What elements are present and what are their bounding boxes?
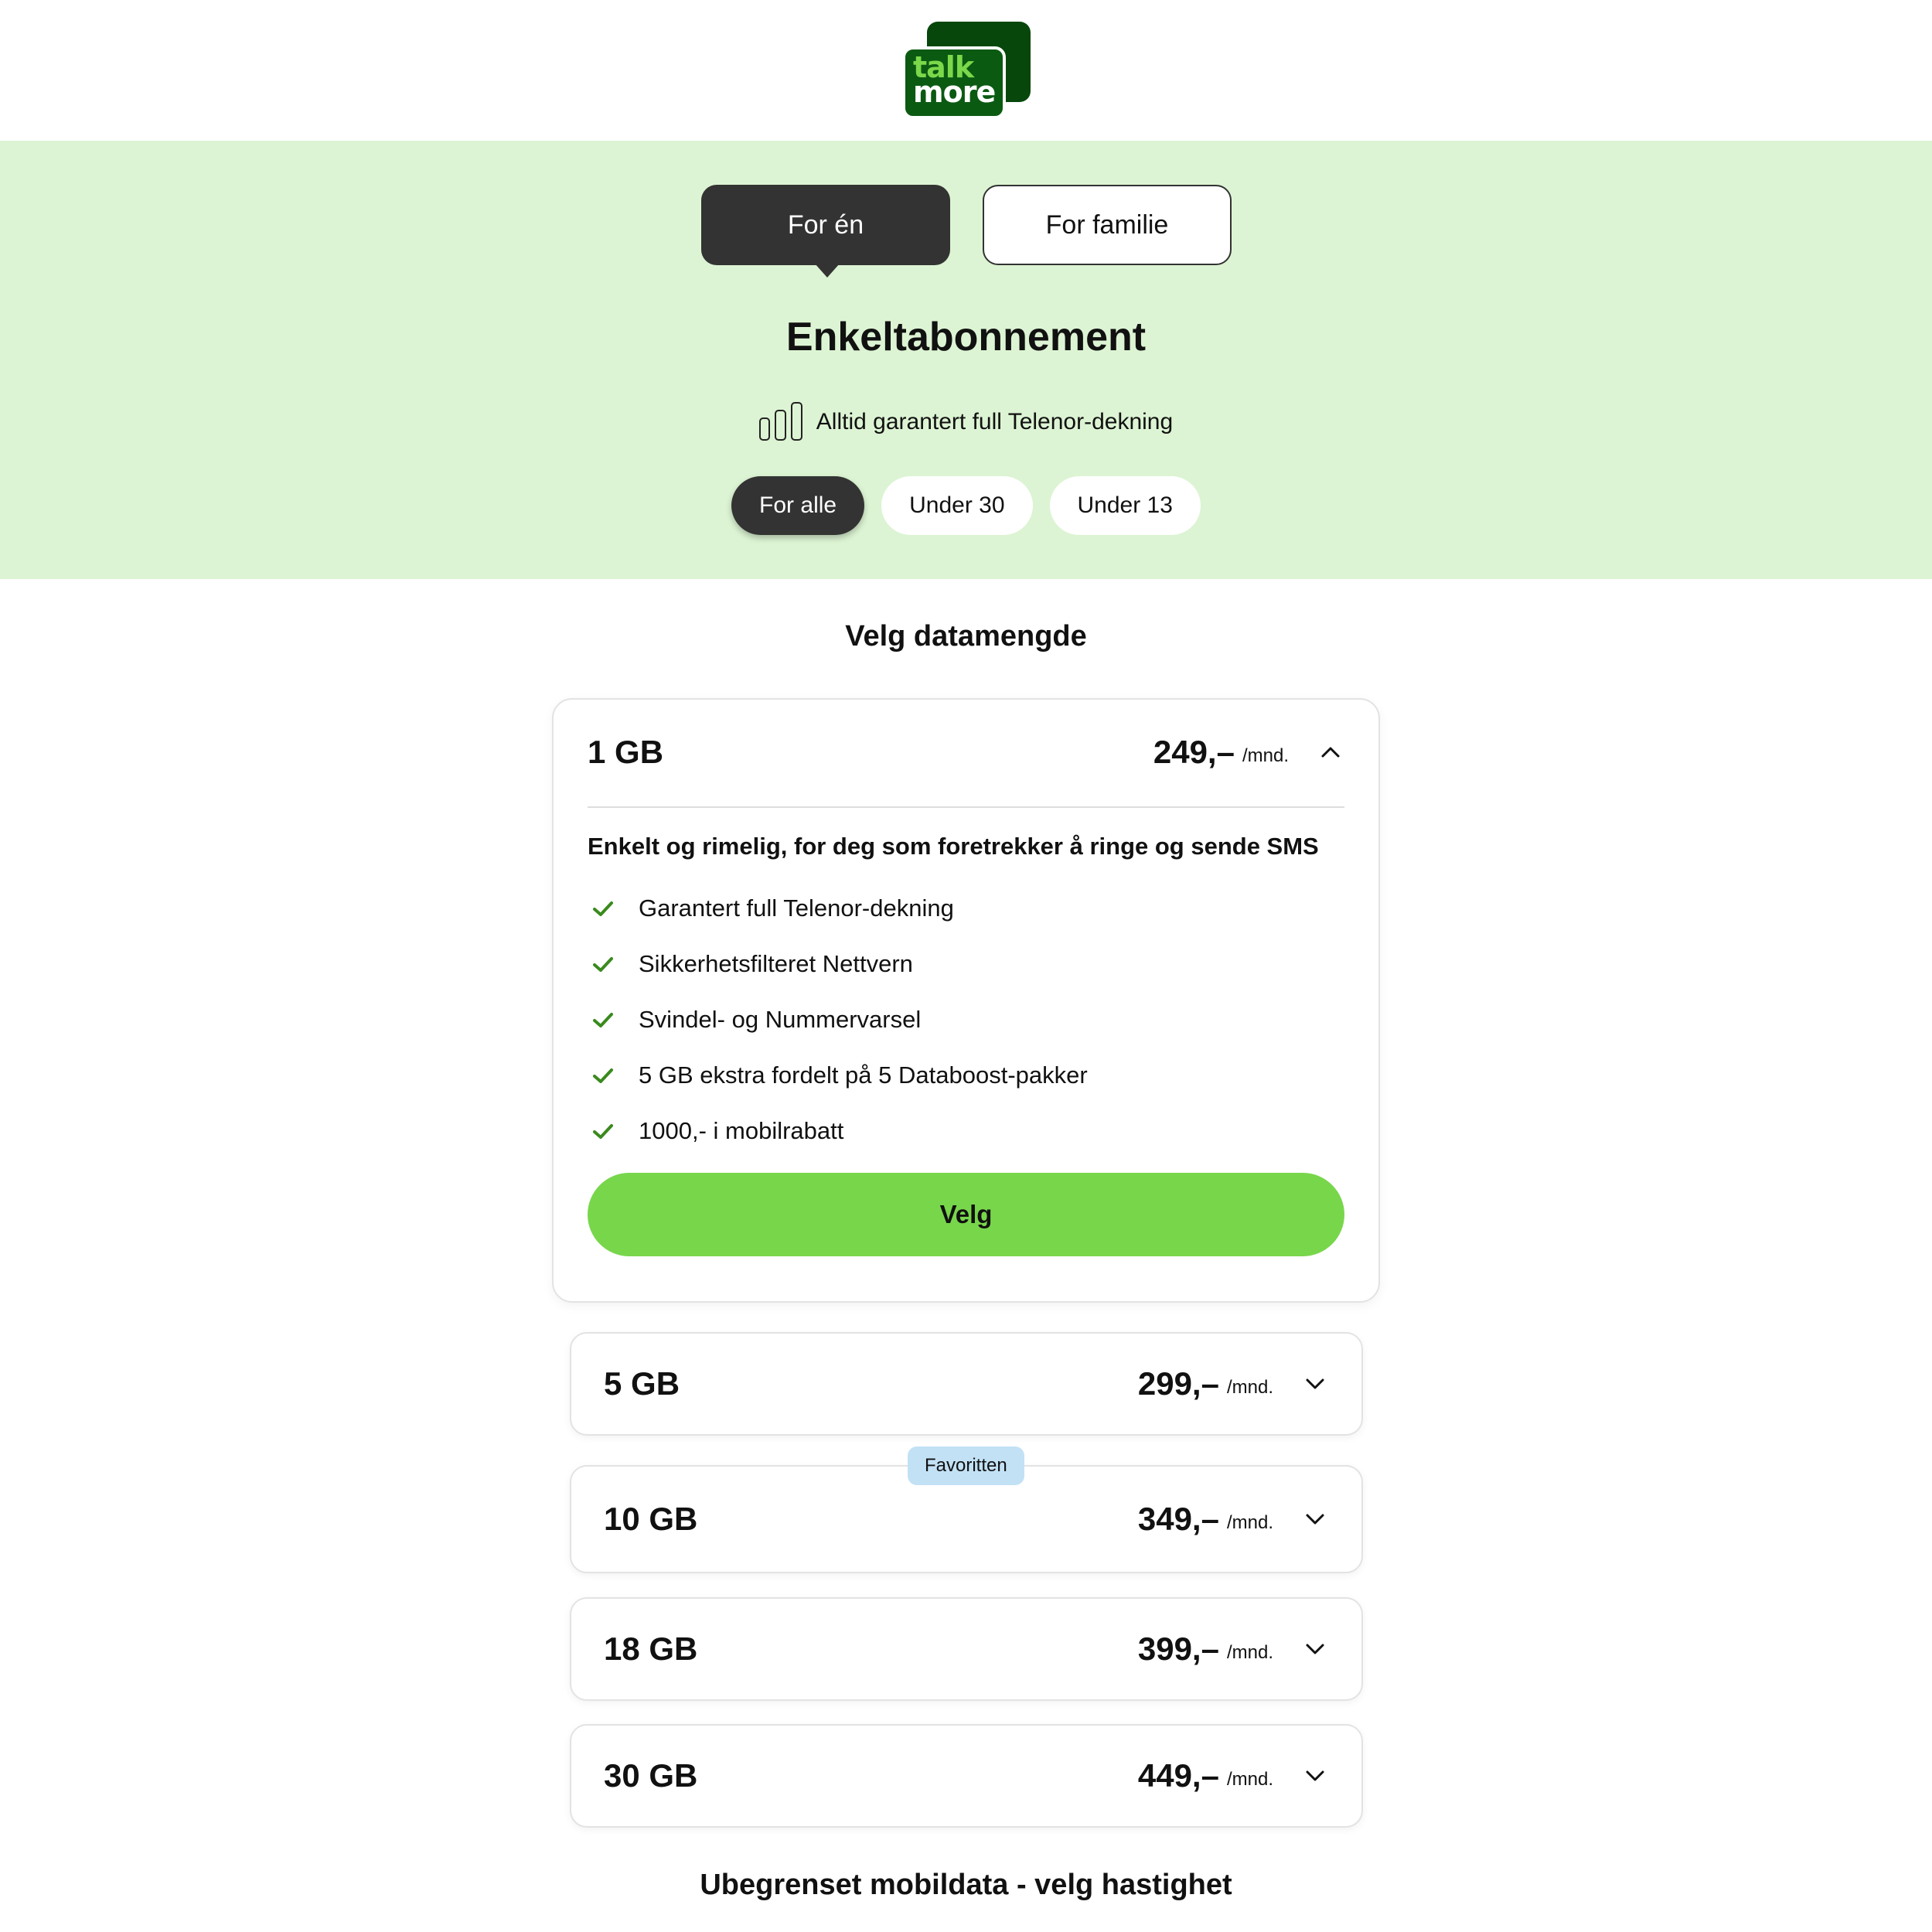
- plan-description: Enkelt og rimelig, for deg som foretrekk…: [588, 833, 1319, 860]
- feature-item: 1000,- i mobilrabatt: [588, 1103, 1088, 1159]
- segment-pointer: [815, 264, 840, 278]
- plan-data-amount: 30 GB: [604, 1757, 698, 1794]
- feature-item: Sikkerhetsfilteret Nettvern: [588, 936, 1088, 992]
- chevron-up-icon[interactable]: [1317, 738, 1344, 766]
- plan-price-unit: /mnd.: [1226, 1377, 1273, 1398]
- plan-data-amount: 5 GB: [604, 1365, 680, 1402]
- plan-card-header[interactable]: 10 GB 349,– /mnd.: [604, 1467, 1329, 1572]
- tab-for-alle[interactable]: For alle: [731, 476, 865, 535]
- plan-price: 299,–: [1137, 1365, 1219, 1402]
- checkmark-icon: [588, 893, 618, 924]
- feature-text: Svindel- og Nummervarsel: [639, 1006, 922, 1033]
- segment-for-one-label: For én: [787, 210, 864, 240]
- plan-price-group: 399,– /mnd.: [1138, 1630, 1329, 1668]
- checkmark-icon: [588, 1116, 618, 1147]
- chevron-down-icon[interactable]: [1301, 1370, 1329, 1398]
- logo-text-more: more: [913, 75, 996, 109]
- feature-text: Sikkerhetsfilteret Nettvern: [639, 950, 913, 977]
- plan-card-header[interactable]: 1 GB 249,– /mnd.: [588, 700, 1344, 805]
- plan-price: 399,–: [1137, 1630, 1219, 1667]
- segment-for-one[interactable]: For én: [701, 185, 950, 278]
- talkmore-logo[interactable]: talk more: [902, 22, 1031, 119]
- chevron-down-icon[interactable]: [1301, 1635, 1329, 1663]
- card-divider: [588, 806, 1344, 808]
- plan-price-group: 249,– /mnd.: [1153, 734, 1344, 771]
- segment-for-family-label: For familie: [1045, 210, 1169, 240]
- plan-price-unit: /mnd.: [1226, 1512, 1273, 1533]
- coverage-text: Alltid garantert full Telenor-dekning: [816, 409, 1174, 434]
- plan-data-amount: 18 GB: [604, 1630, 698, 1667]
- plan-card-header[interactable]: 18 GB 399,– /mnd.: [604, 1599, 1329, 1699]
- plan-features-list: Garantert full Telenor-dekning Sikkerhet…: [588, 881, 1088, 1159]
- plan-card-header[interactable]: 30 GB 449,– /mnd.: [604, 1726, 1329, 1826]
- select-plan-button[interactable]: Velg: [588, 1173, 1344, 1256]
- plan-card-30gb[interactable]: 30 GB 449,– /mnd.: [570, 1724, 1363, 1828]
- signal-bars-icon: [758, 402, 802, 441]
- plan-card-18gb[interactable]: 18 GB 399,– /mnd.: [570, 1597, 1363, 1701]
- feature-item: 5 GB ekstra fordelt på 5 Databoost-pakke…: [588, 1048, 1088, 1103]
- plan-card-1gb: 1 GB 249,– /mnd. Enkelt og rimelig, for …: [552, 698, 1380, 1303]
- chevron-down-icon[interactable]: [1301, 1505, 1329, 1533]
- plan-card-header[interactable]: 5 GB 299,– /mnd.: [604, 1334, 1329, 1434]
- plan-price-unit: /mnd.: [1226, 1642, 1273, 1663]
- unlimited-section-title: Ubegrenset mobildata - velg hastighet: [700, 1869, 1232, 1901]
- segment-for-family[interactable]: For familie: [983, 185, 1232, 265]
- tab-under-13[interactable]: Under 13: [1049, 476, 1201, 535]
- plan-data-amount: 10 GB: [604, 1501, 698, 1537]
- plan-price-unit: /mnd.: [1242, 745, 1289, 766]
- feature-text: 5 GB ekstra fordelt på 5 Databoost-pakke…: [639, 1061, 1088, 1089]
- coverage-info: Alltid garantert full Telenor-dekning: [0, 402, 1932, 441]
- checkmark-icon: [588, 1060, 618, 1091]
- plan-price: 449,–: [1137, 1757, 1219, 1794]
- plan-data-amount: 1 GB: [588, 734, 664, 770]
- hero-section: For én For familie Enkeltabonnement Allt…: [0, 141, 1932, 579]
- plan-price-group: 349,– /mnd.: [1138, 1501, 1329, 1538]
- plan-card-5gb[interactable]: 5 GB 299,– /mnd.: [570, 1332, 1363, 1436]
- plan-price: 349,–: [1137, 1501, 1219, 1537]
- feature-item: Svindel- og Nummervarsel: [588, 992, 1088, 1048]
- tab-under-30[interactable]: Under 30: [881, 476, 1033, 535]
- page-title: Enkeltabonnement: [785, 315, 1147, 359]
- plan-card-10gb[interactable]: Favoritten 10 GB 349,– /mnd.: [570, 1446, 1363, 1573]
- feature-text: Garantert full Telenor-dekning: [639, 894, 954, 922]
- plan-price-group: 449,– /mnd.: [1138, 1757, 1329, 1794]
- feature-item: Garantert full Telenor-dekning: [588, 881, 1088, 936]
- plan-price-unit: /mnd.: [1226, 1769, 1273, 1790]
- plan-price: 249,–: [1153, 734, 1235, 770]
- header: talk more: [0, 0, 1932, 141]
- data-section-title: Velg datamengde: [845, 620, 1087, 653]
- chevron-down-icon[interactable]: [1301, 1762, 1329, 1790]
- checkmark-icon: [588, 949, 618, 980]
- feature-text: 1000,- i mobilrabatt: [639, 1117, 844, 1144]
- age-filter-tabs: For alle Under 30 Under 13: [0, 476, 1932, 535]
- checkmark-icon: [588, 1004, 618, 1035]
- plan-price-group: 299,– /mnd.: [1138, 1365, 1329, 1402]
